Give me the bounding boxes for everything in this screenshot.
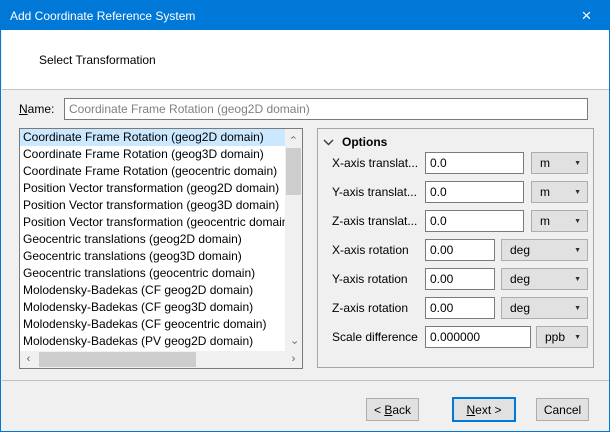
x-translation-input[interactable] <box>425 152 524 174</box>
options-header[interactable]: Options <box>323 135 387 149</box>
field-label: Z-axis rotation <box>332 297 408 319</box>
unit-value: deg <box>510 272 530 286</box>
x-translation-unit-select[interactable]: m ▼ <box>531 152 588 174</box>
horizontal-scroll-thumb[interactable] <box>39 352 196 367</box>
title-bar[interactable]: Add Coordinate Reference System × <box>1 1 609 30</box>
scale-difference-input[interactable] <box>425 326 531 348</box>
unit-value: m <box>540 214 550 228</box>
transformation-list: Coordinate Frame Rotation (geog2D domain… <box>19 128 303 369</box>
y-rotation-unit-select[interactable]: deg ▼ <box>501 268 588 290</box>
dropdown-arrow-icon: ▼ <box>574 334 581 341</box>
window-title: Add Coordinate Reference System <box>1 9 195 23</box>
x-rotation-unit-select[interactable]: deg ▼ <box>501 239 588 261</box>
list-item[interactable]: Molodensky-Badekas (PV geog2D domain) <box>20 333 285 350</box>
chevron-down-icon: › <box>288 341 299 345</box>
y-translation-input[interactable] <box>425 181 524 203</box>
scroll-up-button[interactable]: › <box>285 129 302 146</box>
list-item[interactable]: Coordinate Frame Rotation (geog2D domain… <box>20 129 285 146</box>
y-translation-unit-select[interactable]: m ▼ <box>531 181 588 203</box>
vertical-scroll-thumb[interactable] <box>286 148 301 195</box>
next-button[interactable]: Next > <box>452 397 516 422</box>
scroll-down-button[interactable]: › <box>285 334 302 351</box>
unit-value: deg <box>510 243 530 257</box>
options-header-label: Options <box>342 135 387 149</box>
chevron-right-icon: › <box>292 354 296 365</box>
z-translation-input[interactable] <box>425 210 524 232</box>
unit-value: m <box>540 185 550 199</box>
close-icon: × <box>582 7 592 24</box>
collapse-chevron-icon <box>323 139 334 146</box>
z-rotation-input[interactable] <box>425 297 495 319</box>
field-label: Y-axis translat... <box>332 181 417 203</box>
page-title: Select Transformation <box>2 53 156 67</box>
dropdown-arrow-icon: ▼ <box>574 160 581 167</box>
vertical-scrollbar[interactable]: › › <box>285 129 302 351</box>
list-item[interactable]: Position Vector transformation (geocentr… <box>20 214 285 231</box>
list-item[interactable]: Geocentric translations (geog3D domain) <box>20 248 285 265</box>
list-item[interactable]: Geocentric translations (geog2D domain) <box>20 231 285 248</box>
options-panel: Options X-axis translat... m ▼ Y-axis tr… <box>317 128 594 368</box>
name-label: Name: <box>19 102 54 116</box>
list-item[interactable]: Coordinate Frame Rotation (geocentric do… <box>20 163 285 180</box>
scale-difference-unit-select[interactable]: ppb ▼ <box>536 326 588 348</box>
dropdown-arrow-icon: ▼ <box>574 276 581 283</box>
dropdown-arrow-icon: ▼ <box>574 189 581 196</box>
list-item[interactable]: Molodensky-Badekas (CF geog3D domain) <box>20 299 285 316</box>
dropdown-arrow-icon: ▼ <box>574 247 581 254</box>
close-button[interactable]: × <box>564 1 609 30</box>
button-row-separator <box>2 380 610 381</box>
field-label: Y-axis rotation <box>332 268 408 290</box>
list-item[interactable]: Position Vector transformation (geog3D d… <box>20 197 285 214</box>
add-crs-dialog: Add Coordinate Reference System × Select… <box>0 0 610 432</box>
cancel-button[interactable]: Cancel <box>536 398 589 421</box>
list-item[interactable]: Molodensky-Badekas (CF geog2D domain) <box>20 282 285 299</box>
chevron-left-icon: ‹ <box>27 354 31 365</box>
field-label: X-axis rotation <box>332 239 409 261</box>
scroll-right-button[interactable]: › <box>285 351 302 368</box>
unit-value: deg <box>510 301 530 315</box>
unit-value: ppb <box>545 330 565 344</box>
back-button[interactable]: < Back <box>366 398 419 421</box>
list-item[interactable]: Geocentric translations (geocentric doma… <box>20 265 285 282</box>
x-rotation-input[interactable] <box>425 239 495 261</box>
dropdown-arrow-icon: ▼ <box>574 305 581 312</box>
list-items-container: Coordinate Frame Rotation (geog2D domain… <box>20 129 285 351</box>
list-item[interactable]: Position Vector transformation (geog2D d… <box>20 180 285 197</box>
list-item[interactable]: Molodensky-Badekas (CF geocentric domain… <box>20 316 285 333</box>
field-label: Z-axis translat... <box>332 210 417 232</box>
list-item[interactable]: Coordinate Frame Rotation (geog3D domain… <box>20 146 285 163</box>
y-rotation-input[interactable] <box>425 268 495 290</box>
chevron-up-icon: › <box>288 136 299 140</box>
z-translation-unit-select[interactable]: m ▼ <box>531 210 588 232</box>
field-label: Scale difference <box>332 326 418 348</box>
scroll-left-button[interactable]: ‹ <box>20 351 37 368</box>
dropdown-arrow-icon: ▼ <box>574 218 581 225</box>
horizontal-scrollbar[interactable]: ‹ › <box>20 351 302 368</box>
unit-value: m <box>540 156 550 170</box>
field-label: X-axis translat... <box>332 152 418 174</box>
wizard-banner: Select Transformation <box>2 30 610 90</box>
name-input[interactable] <box>64 98 588 120</box>
z-rotation-unit-select[interactable]: deg ▼ <box>501 297 588 319</box>
